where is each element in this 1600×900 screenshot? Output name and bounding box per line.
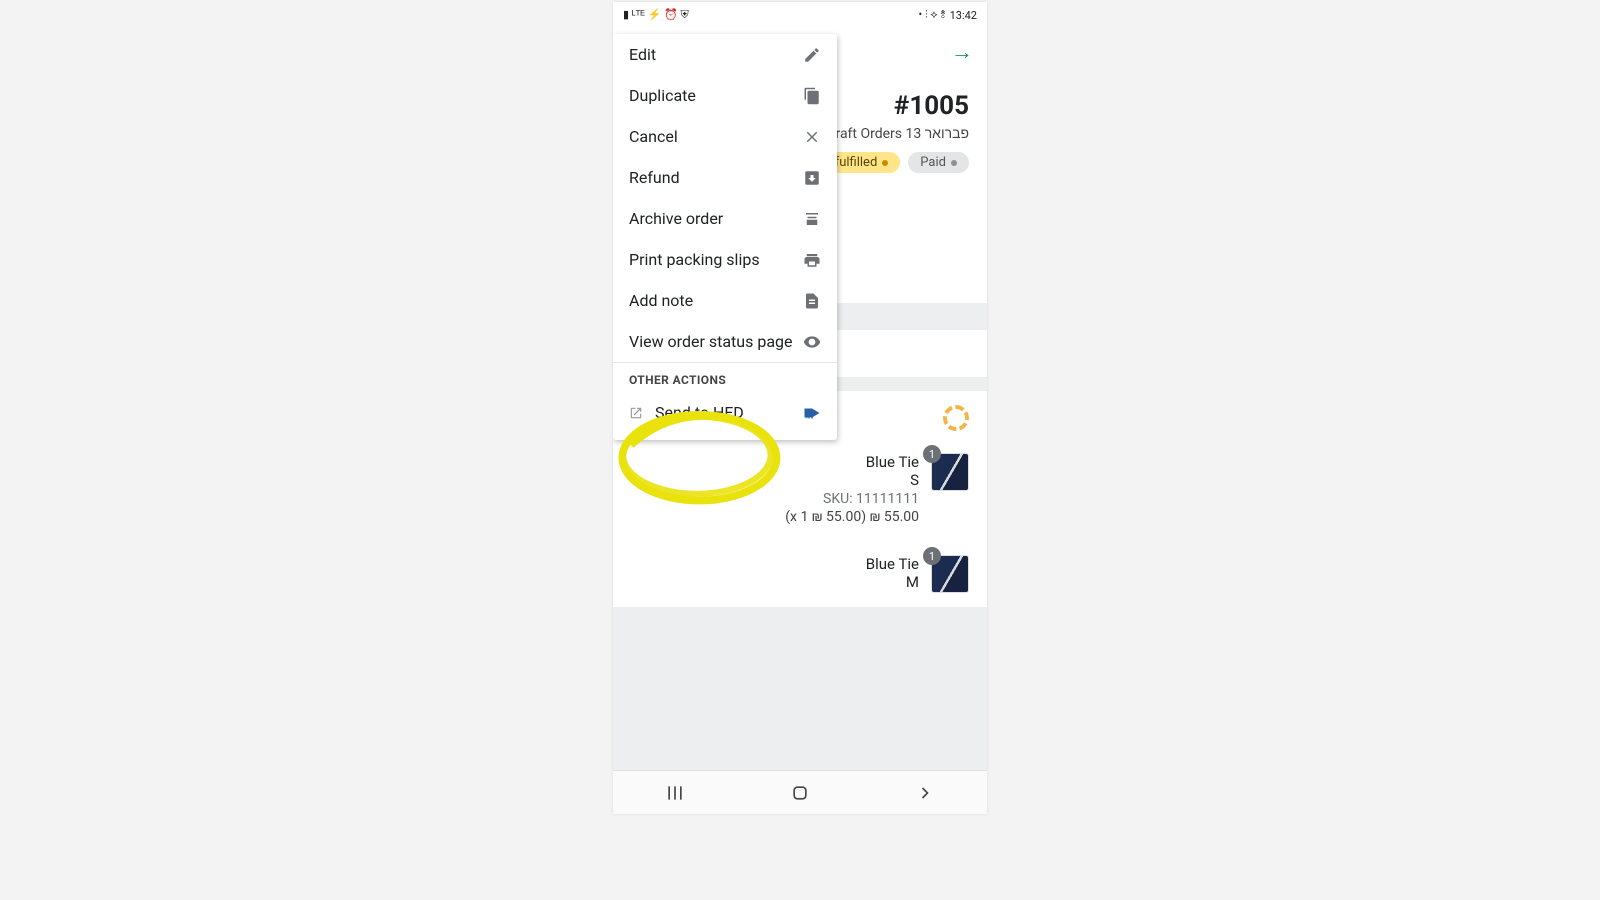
back-arrow-icon[interactable]: → xyxy=(951,39,973,65)
status-bar: ▮ ᴸᵀᴱ ⚡ ⏰ ⛨ • ⫶ ⟡ ⥉ 13:42 xyxy=(613,2,987,28)
menu-add-note[interactable]: Add note xyxy=(613,280,837,321)
status-ring-icon xyxy=(943,405,969,431)
print-icon xyxy=(803,251,821,269)
menu-view-status[interactable]: View order status page xyxy=(613,321,837,362)
menu-label: Refund xyxy=(629,168,803,187)
menu-label: Duplicate xyxy=(629,86,803,105)
system-nav-bar xyxy=(613,770,987,814)
hfd-logo-icon: HFD xyxy=(803,406,821,420)
menu-label: Archive order xyxy=(629,209,803,228)
qty-badge: 1 xyxy=(923,547,941,565)
qty-badge: 1 xyxy=(923,445,941,463)
item-name: Blue Tie xyxy=(866,555,919,573)
note-icon xyxy=(803,292,821,310)
item-variant: M xyxy=(866,573,919,591)
menu-send-hfd[interactable]: Send to HFD HFD xyxy=(613,387,837,440)
status-left-icons: ▮ ᴸᵀᴱ ⚡ ⏰ ⛨ xyxy=(623,8,689,22)
line-item[interactable]: Blue Tie M 1 xyxy=(631,555,969,593)
actions-dropdown: Edit Duplicate Cancel Refund Archive ord… xyxy=(613,34,837,440)
close-icon xyxy=(803,128,821,146)
menu-label: Add note xyxy=(629,291,803,310)
line-item[interactable]: Blue Tie S SKU: 11111111 (x 1 ₪ 55.00) ₪… xyxy=(631,453,969,525)
menu-cancel[interactable]: Cancel xyxy=(613,116,837,157)
item-sku: SKU: 11111111 xyxy=(785,491,919,507)
status-time: 13:42 xyxy=(950,9,977,22)
eye-icon xyxy=(803,333,821,351)
status-right-icons: • ⫶ ⟡ ⥉ xyxy=(919,8,946,22)
menu-label: Edit xyxy=(629,45,803,64)
svg-text:HFD: HFD xyxy=(806,415,814,419)
item-price: (x 1 ₪ 55.00) ₪ 55.00 xyxy=(785,509,919,525)
item-variant: S xyxy=(785,471,919,489)
menu-edit[interactable]: Edit xyxy=(613,34,837,75)
refund-icon xyxy=(803,169,821,187)
duplicate-icon xyxy=(803,87,821,105)
menu-archive[interactable]: Archive order xyxy=(613,198,837,239)
send-hfd-label: Send to HFD xyxy=(655,403,744,422)
back-icon[interactable] xyxy=(915,783,935,803)
menu-print[interactable]: Print packing slips xyxy=(613,239,837,280)
phone-frame: ▮ ᴸᵀᴱ ⚡ ⏰ ⛨ • ⫶ ⟡ ⥉ 13:42 → #1005 Draft … xyxy=(613,2,987,814)
recent-apps-icon[interactable] xyxy=(665,783,685,803)
external-link-icon xyxy=(629,406,643,420)
dot-icon xyxy=(951,160,957,166)
dot-icon xyxy=(882,160,888,166)
menu-refund[interactable]: Refund xyxy=(613,157,837,198)
menu-label: Print packing slips xyxy=(629,250,803,269)
menu-duplicate[interactable]: Duplicate xyxy=(613,75,837,116)
home-icon[interactable] xyxy=(790,783,810,803)
archive-icon xyxy=(803,210,821,228)
menu-label: Cancel xyxy=(629,127,803,146)
paid-badge-label: Paid xyxy=(920,155,946,170)
other-actions-label: OTHER ACTIONS xyxy=(613,363,837,387)
item-name: Blue Tie xyxy=(785,453,919,471)
paid-badge: Paid xyxy=(908,152,969,173)
menu-label: View order status page xyxy=(629,332,803,351)
edit-icon xyxy=(803,46,821,64)
